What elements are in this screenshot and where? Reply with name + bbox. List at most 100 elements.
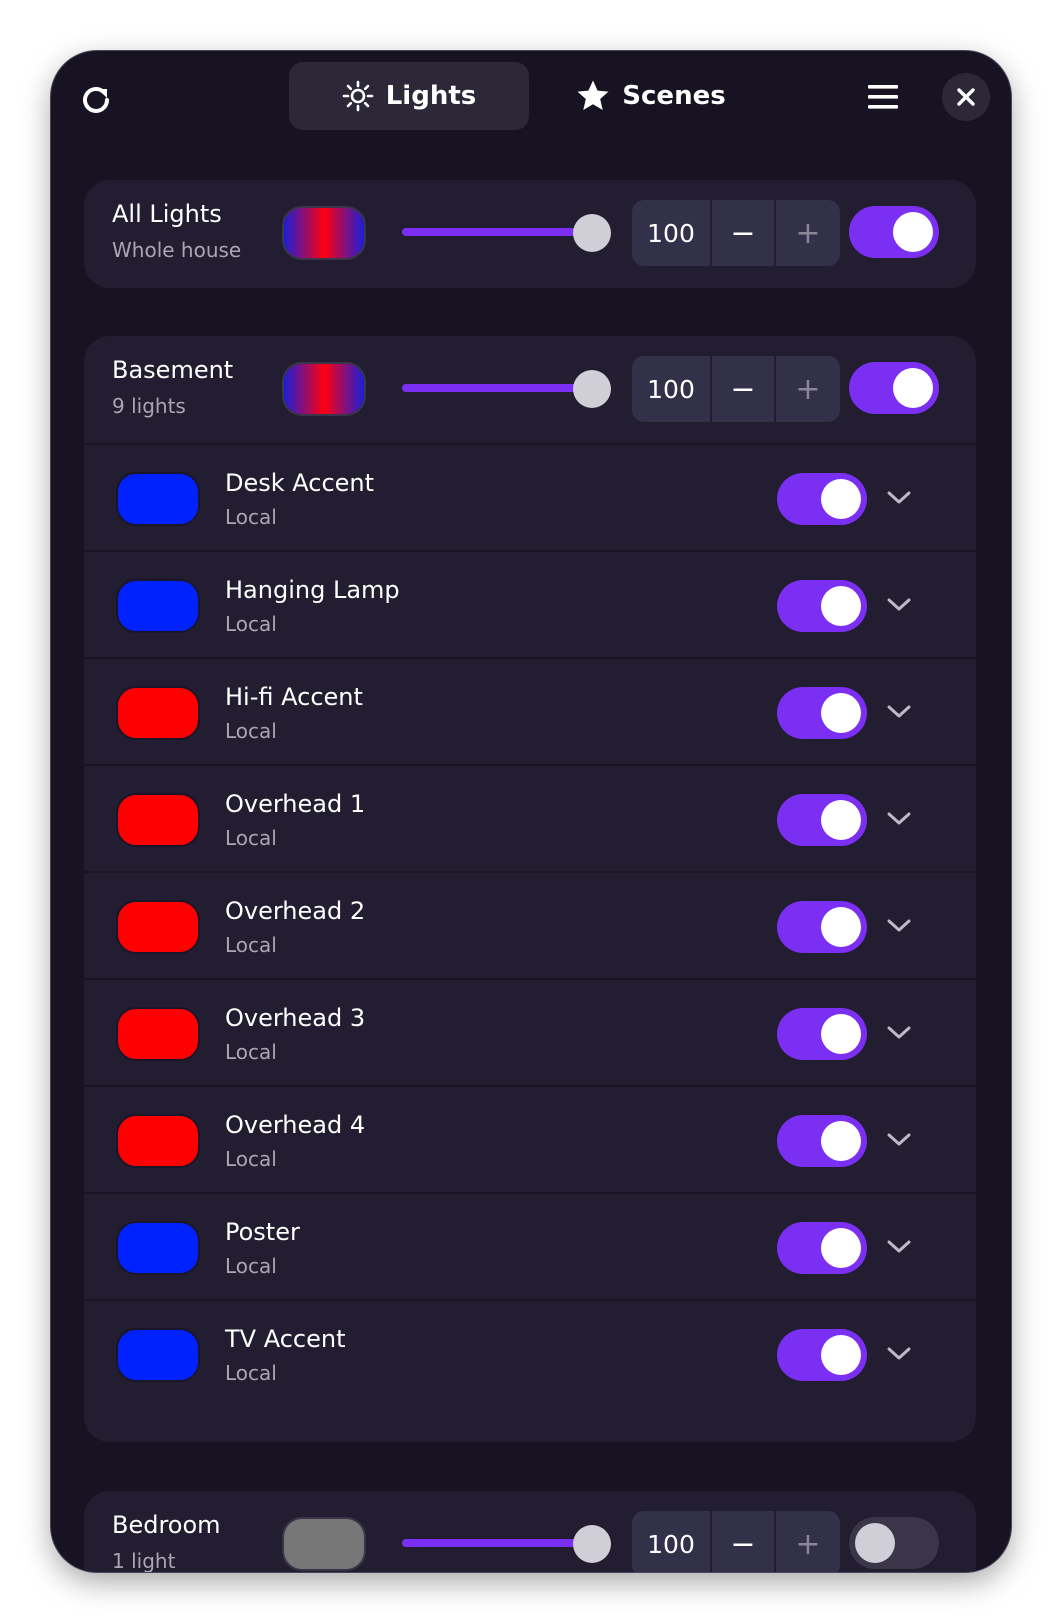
light-name: Poster xyxy=(225,1218,300,1246)
group-card-bedroom: Bedroom 1 light 100 − + xyxy=(84,1491,976,1572)
expand-button[interactable] xyxy=(884,804,914,834)
light-color-swatch[interactable] xyxy=(116,579,200,633)
group-brightness-stepper: 100 − + xyxy=(632,1511,840,1572)
light-row[interactable]: Overhead 3 Local xyxy=(84,978,976,1085)
refresh-button[interactable] xyxy=(77,81,115,119)
light-name: Overhead 2 xyxy=(225,897,366,925)
close-button[interactable] xyxy=(942,73,990,121)
light-row[interactable]: Overhead 1 Local xyxy=(84,764,976,871)
light-source: Local xyxy=(225,933,277,957)
light-control-window: Lights Scenes All Lights Whole house 100… xyxy=(51,51,1011,1572)
light-toggle[interactable] xyxy=(777,794,867,846)
chevron-down-icon xyxy=(887,919,911,932)
toggle-knob xyxy=(855,1523,895,1563)
tab-scenes[interactable]: Scenes xyxy=(571,62,731,130)
brightness-value[interactable]: 100 xyxy=(632,356,712,422)
chevron-down-icon xyxy=(887,812,911,825)
light-toggle[interactable] xyxy=(777,580,867,632)
group-card-basement: Basement 9 lights 100 − + Desk Accent Lo… xyxy=(84,336,976,1442)
light-color-swatch[interactable] xyxy=(116,1328,200,1382)
group-toggle[interactable] xyxy=(849,362,939,414)
expand-button[interactable] xyxy=(884,1339,914,1369)
slider-handle[interactable] xyxy=(573,214,611,252)
group-title: Basement xyxy=(112,356,234,384)
light-source: Local xyxy=(225,1361,277,1385)
tab-lights[interactable]: Lights xyxy=(289,62,529,130)
increase-button[interactable]: + xyxy=(776,200,840,266)
light-toggle[interactable] xyxy=(777,901,867,953)
brightness-value[interactable]: 100 xyxy=(632,200,712,266)
sun-icon xyxy=(342,80,374,112)
expand-button[interactable] xyxy=(884,1125,914,1155)
all-lights-brightness-slider[interactable] xyxy=(402,214,612,252)
star-icon xyxy=(577,80,609,110)
expand-button[interactable] xyxy=(884,483,914,513)
toggle-knob xyxy=(821,907,861,947)
light-row[interactable]: Hanging Lamp Local xyxy=(84,550,976,657)
group-brightness-slider[interactable] xyxy=(402,1525,612,1563)
toggle-knob xyxy=(821,1335,861,1375)
group-color-swatch[interactable] xyxy=(282,362,366,416)
light-name: Hanging Lamp xyxy=(225,576,400,604)
toggle-knob xyxy=(821,1014,861,1054)
toggle-knob xyxy=(893,212,933,252)
light-toggle[interactable] xyxy=(777,473,867,525)
slider-fill xyxy=(402,228,592,236)
expand-button[interactable] xyxy=(884,697,914,727)
toggle-knob xyxy=(821,800,861,840)
light-name: Overhead 4 xyxy=(225,1111,366,1139)
light-row[interactable]: Desk Accent Local xyxy=(84,443,976,550)
light-color-swatch[interactable] xyxy=(116,1114,200,1168)
light-row[interactable]: Overhead 4 Local xyxy=(84,1085,976,1192)
light-source: Local xyxy=(225,1254,277,1278)
expand-button[interactable] xyxy=(884,1232,914,1262)
light-color-swatch[interactable] xyxy=(116,900,200,954)
slider-track xyxy=(402,1539,592,1547)
all-lights-color-swatch[interactable] xyxy=(282,206,366,260)
toggle-knob xyxy=(821,479,861,519)
all-lights-toggle[interactable] xyxy=(849,206,939,258)
menu-button[interactable] xyxy=(867,81,899,113)
light-color-swatch[interactable] xyxy=(116,686,200,740)
light-row[interactable]: TV Accent Local xyxy=(84,1299,976,1406)
light-color-swatch[interactable] xyxy=(116,1007,200,1061)
light-color-swatch[interactable] xyxy=(116,1221,200,1275)
light-source: Local xyxy=(225,719,277,743)
expand-button[interactable] xyxy=(884,911,914,941)
light-toggle[interactable] xyxy=(777,1008,867,1060)
group-row-bedroom: Bedroom 1 light 100 − + xyxy=(84,1491,976,1572)
group-color-swatch[interactable] xyxy=(282,1517,366,1571)
light-toggle[interactable] xyxy=(777,1115,867,1167)
light-name: Overhead 1 xyxy=(225,790,366,818)
light-source: Local xyxy=(225,1040,277,1064)
group-toggle[interactable] xyxy=(849,1517,939,1569)
brightness-value[interactable]: 100 xyxy=(632,1511,712,1572)
tab-scenes-label: Scenes xyxy=(622,81,726,111)
chevron-down-icon xyxy=(887,705,911,718)
light-row[interactable]: Overhead 2 Local xyxy=(84,871,976,978)
slider-handle[interactable] xyxy=(573,370,611,408)
light-color-swatch[interactable] xyxy=(116,793,200,847)
light-row[interactable]: Hi-fi Accent Local xyxy=(84,657,976,764)
light-toggle[interactable] xyxy=(777,1329,867,1381)
light-name: Overhead 3 xyxy=(225,1004,366,1032)
light-toggle[interactable] xyxy=(777,1222,867,1274)
light-row[interactable]: Poster Local xyxy=(84,1192,976,1299)
expand-button[interactable] xyxy=(884,590,914,620)
group-brightness-slider[interactable] xyxy=(402,370,612,408)
increase-button[interactable]: + xyxy=(776,1511,840,1572)
expand-button[interactable] xyxy=(884,1018,914,1048)
light-name: Desk Accent xyxy=(225,469,375,497)
decrease-button[interactable]: − xyxy=(712,1511,776,1572)
light-source: Local xyxy=(225,1147,277,1171)
group-brightness-stepper: 100 − + xyxy=(632,356,840,422)
light-color-swatch[interactable] xyxy=(116,472,200,526)
chevron-down-icon xyxy=(887,1026,911,1039)
light-source: Local xyxy=(225,612,277,636)
decrease-button[interactable]: − xyxy=(712,200,776,266)
hamburger-icon xyxy=(868,85,898,109)
increase-button[interactable]: + xyxy=(776,356,840,422)
slider-handle[interactable] xyxy=(573,1525,611,1563)
light-toggle[interactable] xyxy=(777,687,867,739)
decrease-button[interactable]: − xyxy=(712,356,776,422)
